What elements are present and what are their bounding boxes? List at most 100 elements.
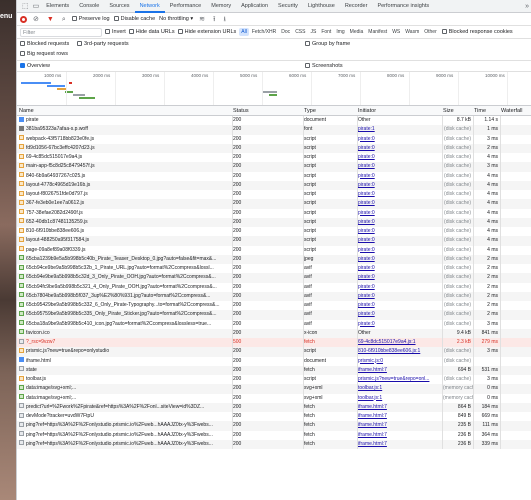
cell-initiator[interactable]: pirate:0 <box>358 190 442 199</box>
blocked-cookies-checkbox[interactable]: Blocked response cookies <box>441 29 513 35</box>
tab-sources[interactable]: Sources <box>104 0 134 13</box>
request-row[interactable]: 65cb94e9be9a5b998b5c32d_3_Only_Pirate_OO… <box>17 273 531 283</box>
tab-performance-insights[interactable]: Performance insights <box>372 0 434 13</box>
tab-lighthouse[interactable]: Lighthouse <box>303 0 340 13</box>
cell-initiator[interactable]: iframe.html:7 <box>358 412 442 421</box>
type-filter-media[interactable]: Media <box>348 28 366 36</box>
type-filter-css[interactable]: CSS <box>293 28 307 36</box>
request-row[interactable]: 381ba95323a7afaa-s.p.woff 200 font pirate:1… <box>17 125 531 135</box>
cell-initiator[interactable]: pirate:0 <box>358 162 442 171</box>
cell-initiator[interactable]: pirate:0 <box>358 227 442 236</box>
cell-initiator[interactable]: iframe.html:7 <box>358 421 442 430</box>
clear-icon[interactable]: ⊘ <box>31 13 41 26</box>
group-by-frame-checkbox[interactable]: Group by frame <box>305 41 350 47</box>
request-row[interactable]: layout-4778c4965d19e16b.js 200 script pirat… <box>17 180 531 190</box>
tab-performance[interactable]: Performance <box>165 0 207 13</box>
cell-initiator[interactable]: pirate:0 <box>358 153 442 162</box>
filter-icon[interactable]: ▼ <box>45 13 56 26</box>
cell-initiator[interactable]: Other <box>358 116 442 125</box>
screenshots-checkbox[interactable]: Screenshots <box>305 63 343 69</box>
invert-checkbox[interactable]: Invert <box>105 29 126 35</box>
request-row[interactable]: 65cb94ce9be9a5b998b5c32b_1_Pirate_URL.jp… <box>17 264 531 273</box>
request-row[interactable]: 65cb7804be9a5b998b5f037_3up%E2%80%931.jp… <box>17 291 531 301</box>
request-row[interactable]: ping?ref=https%3A%2F%2Fonlystudio.prismi… <box>17 431 531 440</box>
cell-initiator[interactable]: toolbar.js:1 <box>358 394 442 403</box>
request-row[interactable]: 810-6f910bbe838ee606.js 200 script pirate:0… <box>17 227 531 236</box>
cell-initiator[interactable]: prismic.js?new=true&repo=onl... <box>358 375 442 384</box>
request-row[interactable]: 65cba1239b9e5a5b998b5c40b_Pirate_Teaser_… <box>17 254 531 264</box>
request-row[interactable]: page-09a8ef89a08f0339.js 200 script pirate:… <box>17 246 531 255</box>
column-waterfall[interactable]: Waterfall <box>501 108 523 114</box>
cell-initiator[interactable]: iframe.html:7 <box>358 431 442 440</box>
type-filter-other[interactable]: Other <box>422 28 439 36</box>
cell-initiator[interactable]: pirate:0 <box>358 218 442 227</box>
inspect-element-icon[interactable]: ⬚ <box>20 0 31 13</box>
tab-security[interactable]: Security <box>273 0 303 13</box>
page-menu-label[interactable]: enu <box>0 13 12 20</box>
request-row[interactable]: toolbar.js 200 script prismic.js?new=true&r… <box>17 375 531 384</box>
export-icon[interactable]: ⭳ <box>221 13 227 26</box>
request-row[interactable]: iframe.html 200 document prismic.js:0 (disk … <box>17 357 531 366</box>
request-row[interactable]: ping?ref=https%3A%2F%2Fonlystudio.prismi… <box>17 421 531 431</box>
type-filter-manifest[interactable]: Manifest <box>366 28 389 36</box>
type-filter-ws[interactable]: WS <box>390 28 402 36</box>
column-initiator[interactable]: Initiator <box>358 108 376 114</box>
request-row[interactable]: data:image/svg+xml;... 200 svg+xml toolbar.… <box>17 384 531 394</box>
type-filter-fetchxhr[interactable]: Fetch/XHR <box>250 28 278 36</box>
hide-data-urls-checkbox[interactable]: Hide data URLs <box>128 29 175 35</box>
cell-initiator[interactable]: pirate:0 <box>358 199 442 208</box>
device-toolbar-icon[interactable]: ▭ <box>31 0 42 13</box>
filter-input[interactable]: Filter <box>20 27 102 37</box>
request-row[interactable]: ping?ref=https%3A%2F%2Fonlystudio.prismi… <box>17 439 531 449</box>
cell-initiator[interactable]: pirate:0 <box>358 246 442 255</box>
blocked-requests-checkbox[interactable]: Blocked requests <box>20 41 69 47</box>
request-row[interactable]: favicon.ico 200 x-icon Other 9.4 kB 841 ms <box>17 328 531 338</box>
preserve-log-checkbox[interactable]: Preserve log <box>71 16 110 22</box>
request-row[interactable]: devMode?tracker=uvdW7FtpU 200 fetch iframe.… <box>17 412 531 421</box>
cell-initiator[interactable]: 69-4c8dc515017e9a4.js:1 <box>358 338 442 347</box>
request-row[interactable]: prismic.js?new=true&repo=onlystudio 200 sc… <box>17 347 531 357</box>
wifi-icon[interactable]: ≋ <box>197 13 207 26</box>
cell-initiator[interactable]: prismic.js:0 <box>358 357 442 366</box>
cell-initiator[interactable]: pirate:0 <box>358 209 442 218</box>
tab-memory[interactable]: Memory <box>206 0 236 13</box>
hide-extension-urls-checkbox[interactable]: Hide extension URLs <box>177 29 236 35</box>
third-party-checkbox[interactable]: 3rd-party requests <box>77 41 129 47</box>
request-row[interactable]: layout-f8026751fde0d797.js 200 script pirat… <box>17 190 531 199</box>
cell-initiator[interactable]: iframe.html:7 <box>358 440 442 449</box>
more-tabs-icon[interactable]: » <box>523 0 531 13</box>
request-row[interactable]: ?_rsc=9vzw7 500 fetch 69-4c8dc515017e9a4.js… <box>17 338 531 348</box>
cell-initiator[interactable]: 810-6f910bbe838ee606.js:1 <box>358 347 442 356</box>
cell-initiator[interactable]: iframe.html:7 <box>358 403 442 412</box>
request-row[interactable]: 757-38efae2082d2490f.js 200 script pirate:0… <box>17 209 531 218</box>
cell-initiator[interactable]: pirate:0 <box>358 144 442 153</box>
cell-initiator[interactable]: pirate:0 <box>358 255 442 264</box>
request-row[interactable]: 840-6b9a64937267c025.js 200 script pirate:0… <box>17 172 531 181</box>
tab-recorder[interactable]: Recorder <box>340 0 373 13</box>
type-filter-doc[interactable]: Doc <box>279 28 292 36</box>
tab-elements[interactable]: Elements <box>41 0 74 13</box>
cell-initiator[interactable]: Other <box>358 329 442 338</box>
request-row[interactable]: data:image/svg+xml;... 200 svg+xml toolbar.… <box>17 394 531 403</box>
request-row[interactable]: layout-488250a95f317584.js 200 script pirat… <box>17 236 531 246</box>
column-name[interactable]: Name <box>19 108 34 114</box>
cell-initiator[interactable]: pirate:0 <box>358 273 442 282</box>
request-row[interactable]: fd9d1056-67bc3effc4207d23.js 200 script pir… <box>17 143 531 153</box>
cell-initiator[interactable]: pirate:0 <box>358 283 442 292</box>
request-row[interactable]: predict?url=%2Fwork%2Fpirate&ref=https%3… <box>17 402 531 412</box>
type-filter-font[interactable]: Font <box>319 28 333 36</box>
cell-initiator[interactable]: pirate:0 <box>358 292 442 301</box>
tab-network[interactable]: Network <box>134 0 165 13</box>
request-row[interactable]: pirate 200 document Other 8.7 kB 1.14 s <box>17 116 531 125</box>
big-rows-checkbox[interactable]: Big request rows <box>20 51 68 57</box>
column-type[interactable]: Type <box>304 108 316 114</box>
column-time[interactable]: Time <box>474 108 486 114</box>
request-row[interactable]: main-app-f5c8d25c8479457f.js 200 script pir… <box>17 162 531 172</box>
column-size[interactable]: Size <box>443 108 454 114</box>
throttling-select[interactable]: No throttling ▾ <box>159 16 193 22</box>
cell-initiator[interactable]: iframe.html:7 <box>358 366 442 375</box>
type-filter-all[interactable]: All <box>239 28 249 36</box>
cell-initiator[interactable]: pirate:0 <box>358 172 442 181</box>
request-row[interactable]: 69-4c85dc515017e9a4.js 200 script pirate:0(… <box>17 153 531 162</box>
cell-initiator[interactable]: pirate:0 <box>358 310 442 319</box>
